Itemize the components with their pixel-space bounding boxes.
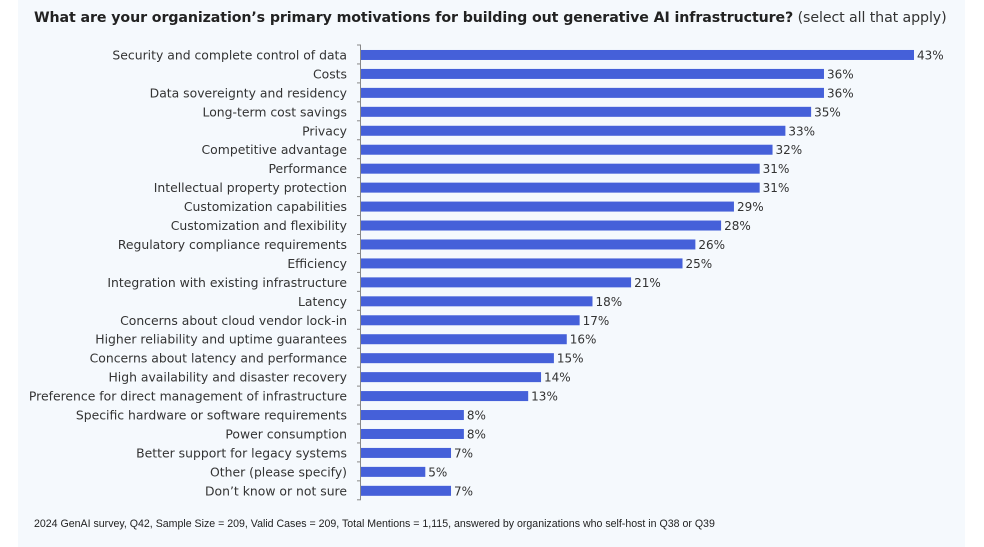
value-label: 15% xyxy=(557,352,584,366)
category-label: Security and complete control of data xyxy=(112,47,347,62)
bar xyxy=(361,49,914,60)
category-label: Intellectual property protection xyxy=(154,180,347,195)
value-label: 18% xyxy=(595,295,622,309)
value-label: 7% xyxy=(454,446,473,460)
value-label: 43% xyxy=(917,48,944,62)
chart-footnote: 2024 GenAI survey, Q42, Sample Size = 20… xyxy=(34,518,715,530)
value-label: 29% xyxy=(737,200,764,214)
value-label: 36% xyxy=(827,67,854,81)
category-label: Latency xyxy=(298,294,347,309)
category-label: Integration with existing infrastructure xyxy=(107,275,347,290)
bar xyxy=(361,87,824,98)
category-label: Customization and flexibility xyxy=(171,218,347,233)
bar xyxy=(361,372,542,383)
bar xyxy=(361,220,722,231)
bar-chart: Security and complete control of data Cos… xyxy=(29,44,944,501)
value-label: 8% xyxy=(467,427,486,441)
category-label: Regulatory compliance requirements xyxy=(118,237,347,252)
bar xyxy=(361,391,529,402)
value-label: 5% xyxy=(428,465,447,479)
category-label: Long-term cost savings xyxy=(203,104,347,119)
bar xyxy=(361,144,773,155)
category-label: Power consumption xyxy=(225,426,347,441)
category-label: Customization capabilities xyxy=(184,199,347,214)
category-label: Don’t know or not sure xyxy=(205,483,347,498)
value-label: 26% xyxy=(698,238,725,252)
value-label: 13% xyxy=(531,390,558,404)
bar xyxy=(361,447,452,458)
bar xyxy=(361,163,760,174)
value-label: 31% xyxy=(763,162,790,176)
category-label: Privacy xyxy=(302,123,347,138)
value-label: 33% xyxy=(788,124,815,138)
category-label: Other (please specify) xyxy=(210,464,347,479)
value-label: 7% xyxy=(454,484,473,498)
y-axis xyxy=(357,44,361,501)
bar xyxy=(361,239,696,250)
value-label: 8% xyxy=(467,409,486,423)
bar xyxy=(361,277,632,288)
category-label: Specific hardware or software requiremen… xyxy=(76,408,347,423)
value-label: 36% xyxy=(827,86,854,100)
category-label: High availability and disaster recovery xyxy=(108,370,347,385)
category-label: Data sovereignty and residency xyxy=(150,85,347,100)
category-label: Competitive advantage xyxy=(202,142,347,157)
category-label: Concerns about cloud vendor lock-in xyxy=(120,313,347,328)
bar xyxy=(361,315,580,326)
bar xyxy=(361,106,812,117)
category-label: Higher reliability and uptime guarantees xyxy=(95,332,347,347)
bar xyxy=(361,296,593,307)
value-label: 17% xyxy=(583,314,610,328)
value-label: 25% xyxy=(686,257,713,271)
bar xyxy=(361,258,683,269)
value-label: 32% xyxy=(776,143,803,157)
value-label: 21% xyxy=(634,276,661,290)
value-label: 28% xyxy=(724,219,751,233)
bar xyxy=(361,201,734,212)
bar xyxy=(361,68,824,79)
category-label: Costs xyxy=(313,66,347,81)
category-label: Performance xyxy=(268,161,347,176)
value-label: 31% xyxy=(763,181,790,195)
bar xyxy=(361,428,464,439)
value-label: 14% xyxy=(544,371,571,385)
bar xyxy=(361,485,452,496)
value-label: 35% xyxy=(814,105,841,119)
value-label: 16% xyxy=(570,333,597,347)
category-label: Efficiency xyxy=(287,256,347,271)
bar xyxy=(361,353,554,364)
category-label: Concerns about latency and performance xyxy=(90,351,347,366)
category-labels: Security and complete control of data Cos… xyxy=(29,47,347,498)
bar xyxy=(361,125,786,136)
bar xyxy=(361,466,426,477)
bar xyxy=(361,410,464,421)
category-label: Preference for direct management of infr… xyxy=(29,389,347,404)
category-label: Better support for legacy systems xyxy=(136,445,347,460)
bar xyxy=(361,182,760,193)
bar xyxy=(361,334,567,345)
